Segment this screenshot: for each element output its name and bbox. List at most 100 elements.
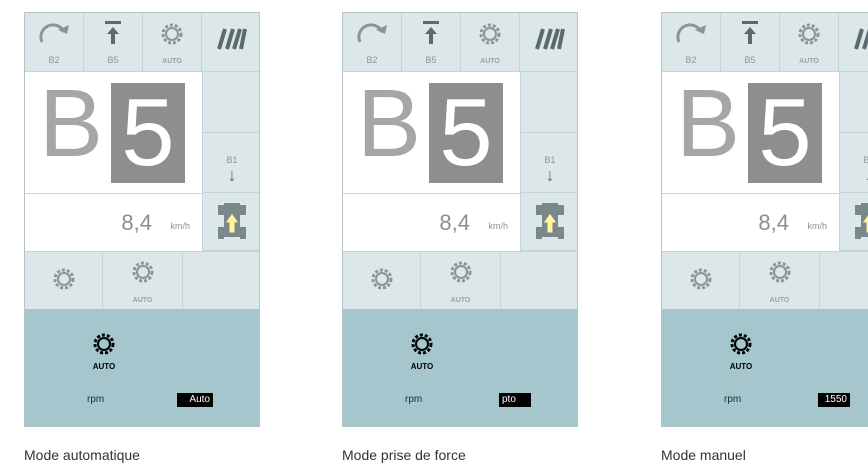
- button-label: B2: [366, 55, 378, 65]
- b1-label: B1: [840, 155, 868, 165]
- gear-letter: B: [676, 70, 741, 177]
- tractor-button[interactable]: [202, 193, 259, 251]
- speed-value: 8,4: [758, 210, 789, 235]
- road-icon: [853, 28, 868, 50]
- speed-value: 8,4: [121, 210, 152, 235]
- button-label: AUTO: [799, 58, 819, 65]
- b1-label: B1: [226, 155, 238, 165]
- road-mode-button[interactable]: [202, 13, 259, 72]
- gear-icon: [769, 261, 790, 283]
- gear-b5-button[interactable]: B5: [721, 13, 780, 72]
- button-label: B2: [685, 55, 697, 65]
- gear-icon: [690, 268, 711, 290]
- auto-label: AUTO: [410, 362, 434, 371]
- tractor-button[interactable]: [520, 193, 577, 251]
- rpm-label: rpm: [87, 394, 105, 405]
- button-label: AUTO: [162, 58, 182, 65]
- gear-letter: B: [39, 70, 104, 177]
- empty-cell: [202, 72, 259, 133]
- auto-gear-button[interactable]: AUTO: [143, 13, 202, 72]
- info-area: AUTO rpm pto: [343, 309, 577, 426]
- auto-label: AUTO: [92, 362, 116, 371]
- empty-cell: [520, 72, 577, 133]
- reverse-b2-button[interactable]: B2: [25, 13, 84, 72]
- gear-number: 5: [748, 83, 822, 183]
- button-label: B5: [744, 55, 756, 65]
- curved-arrow-icon: [676, 23, 706, 43]
- gear-icon: [730, 333, 752, 355]
- empty-button[interactable]: [820, 252, 868, 310]
- speed-display: 8,4 km/h: [25, 193, 202, 251]
- button-label: AUTO: [769, 297, 790, 304]
- speed-unit: km/h: [488, 221, 508, 231]
- arrow-down-icon: ↓: [545, 165, 555, 185]
- button-label: AUTO: [132, 297, 153, 304]
- gear-icon: [479, 23, 501, 45]
- caption-pto: Mode prise de force: [342, 447, 466, 463]
- road-icon: [216, 28, 247, 50]
- display-panel-automatic: B2 B5 AUTO B 5 B1 ↓ 8,4 km/h AUTO AUTO r…: [24, 12, 260, 427]
- tractor-icon: [536, 203, 564, 239]
- button-label: B2: [48, 55, 60, 65]
- arrow-up-bar-icon: [742, 21, 758, 44]
- caption-automatic: Mode automatique: [24, 447, 140, 463]
- rpm-label: rpm: [724, 394, 742, 405]
- empty-button[interactable]: [183, 252, 259, 310]
- reverse-b2-button[interactable]: B2: [662, 13, 721, 72]
- display-panel-manual: B2 B5 AUTO B 5 B1 ↓ 8,4 km/h AUTO: [661, 12, 868, 427]
- gear-icon: [450, 261, 471, 283]
- arrow-down-icon: ↓: [227, 165, 237, 185]
- rpm-readout: 1550: [818, 393, 850, 407]
- gear-button[interactable]: [343, 252, 421, 310]
- rpm-readout: pto: [499, 393, 531, 407]
- arrow-down-icon: ↓: [840, 165, 868, 186]
- button-label: B5: [425, 55, 437, 65]
- gear-icon: [93, 333, 115, 355]
- gear-button[interactable]: [25, 252, 103, 310]
- rpm-readout: Auto: [177, 393, 213, 407]
- gear-icon: [371, 268, 392, 290]
- auto-gear-button[interactable]: AUTO: [461, 13, 520, 72]
- downshift-b1-button[interactable]: B1 ↓: [202, 133, 259, 193]
- rpm-label: rpm: [405, 394, 423, 405]
- arrow-up-bar-icon: [423, 21, 439, 44]
- reverse-b2-button[interactable]: B2: [343, 13, 402, 72]
- speed-unit: km/h: [807, 221, 827, 231]
- auto-gear-button[interactable]: AUTO: [421, 252, 501, 310]
- curved-arrow-icon: [357, 23, 387, 43]
- gear-icon: [132, 261, 153, 283]
- auto-gear-button[interactable]: AUTO: [740, 252, 820, 310]
- speed-value: 8,4: [439, 210, 470, 235]
- gear-letter: B: [357, 70, 422, 177]
- info-area: AUTO rpm Auto: [25, 309, 259, 426]
- button-label: B5: [107, 55, 119, 65]
- downshift-b1-button[interactable]: B1 ↓: [520, 133, 577, 193]
- auto-gear-button[interactable]: AUTO: [103, 252, 183, 310]
- gear-icon: [411, 333, 433, 355]
- speed-unit: km/h: [170, 221, 190, 231]
- gear-b5-button[interactable]: B5: [402, 13, 461, 72]
- tractor-icon: [855, 203, 868, 239]
- auto-gear-button[interactable]: AUTO: [780, 13, 839, 72]
- tractor-icon: [218, 203, 246, 239]
- gear-icon: [798, 23, 820, 45]
- empty-button[interactable]: [501, 252, 577, 310]
- road-mode-button[interactable]: [520, 13, 577, 72]
- road-icon: [534, 28, 565, 50]
- gear-number: 5: [429, 83, 503, 183]
- b1-label: B1: [544, 155, 556, 165]
- gear-icon: [161, 23, 183, 45]
- speed-display: 8,4 km/h: [662, 193, 839, 251]
- arrow-up-bar-icon: [105, 21, 121, 44]
- button-label: AUTO: [480, 58, 500, 65]
- gear-button[interactable]: [662, 252, 740, 310]
- road-mode-button[interactable]: [839, 13, 868, 72]
- display-panel-pto: B2 B5 AUTO B 5 B1 ↓ 8,4 km/h AUTO AUTO r…: [342, 12, 578, 427]
- tractor-button[interactable]: [839, 193, 868, 251]
- gear-b5-button[interactable]: B5: [84, 13, 143, 72]
- downshift-b1-button[interactable]: B1 ↓: [839, 133, 868, 193]
- empty-cell: [839, 72, 868, 133]
- gear-icon: [53, 268, 74, 290]
- gear-number: 5: [111, 83, 185, 183]
- speed-display: 8,4 km/h: [343, 193, 520, 251]
